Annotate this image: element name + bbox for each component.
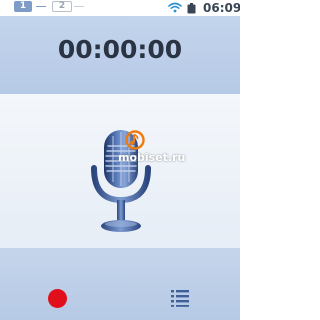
sim-2-icon: 2 [52, 1, 72, 12]
recordings-list-button[interactable] [158, 274, 202, 318]
voice-recorder-screen: 1 2 06:09 00:00:00 mobiset.ru [0, 0, 240, 320]
mobiset-logo-icon [125, 130, 145, 150]
microphone-icon [91, 130, 151, 232]
watermark-text: mobiset.ru [118, 151, 186, 164]
recording-timer: 00:00:00 [57, 35, 183, 64]
microphone-area: mobiset.ru [0, 94, 240, 248]
sim-1-signal-bar [36, 6, 46, 7]
sim-2-signal-bar [74, 6, 84, 7]
list-icon [171, 290, 189, 307]
status-clock: 06:09 [203, 1, 240, 15]
timer-header: 00:00:00 [0, 16, 240, 94]
bottom-toolbar [0, 248, 240, 320]
sim-1-icon: 1 [14, 1, 32, 12]
record-button[interactable] [36, 274, 80, 318]
battery-icon [187, 3, 196, 14]
record-icon [48, 289, 67, 308]
wifi-icon [168, 2, 182, 13]
status-bar: 1 2 06:09 [0, 0, 240, 16]
